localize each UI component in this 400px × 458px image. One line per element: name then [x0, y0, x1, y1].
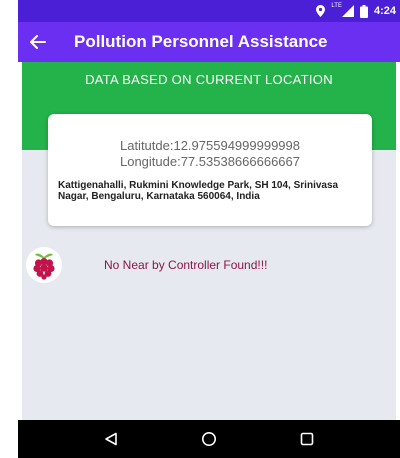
status-bar: LTE 4:24 — [18, 0, 400, 22]
nav-back-button[interactable] — [91, 420, 131, 458]
controller-status-message: No Near by Controller Found!!! — [104, 258, 268, 272]
square-recent-icon — [300, 432, 314, 446]
battery-icon — [359, 4, 368, 18]
location-card: Latitutde:12.975594999999998 Longitude:7… — [48, 114, 372, 226]
triangle-back-icon — [105, 432, 117, 446]
status-icons: LTE 4:24 — [316, 3, 396, 19]
controller-status-row: No Near by Controller Found!!! — [26, 245, 386, 285]
circle-home-icon — [202, 432, 216, 446]
arrow-left-icon — [30, 35, 46, 49]
phone-screen: LTE 4:24 Pollution Personnel Assistance … — [18, 0, 400, 458]
app-title: Pollution Personnel Assistance — [74, 32, 328, 51]
signal-icon — [341, 5, 354, 17]
raspberry-pi-icon — [26, 247, 62, 283]
main-content: DATA BASED ON CURRENT LOCATION Latitutde… — [22, 62, 396, 420]
app-bar: Pollution Personnel Assistance — [18, 22, 400, 62]
status-time: 4:24 — [373, 5, 396, 17]
latitude-text: Latitutde:12.975594999999998 — [119, 138, 300, 153]
longitude-text: Longitude:77.53538666666667 — [119, 154, 300, 169]
network-type-label: LTE — [331, 3, 342, 9]
back-button[interactable] — [18, 22, 58, 62]
nav-recent-button[interactable] — [287, 420, 327, 458]
system-nav-bar — [18, 420, 400, 458]
location-pin-icon — [316, 5, 326, 17]
location-header-title: DATA BASED ON CURRENT LOCATION — [85, 72, 333, 87]
address-text: Kattigenahalli, Rukmini Knowledge Park, … — [58, 180, 339, 202]
nav-home-button[interactable] — [189, 420, 229, 458]
